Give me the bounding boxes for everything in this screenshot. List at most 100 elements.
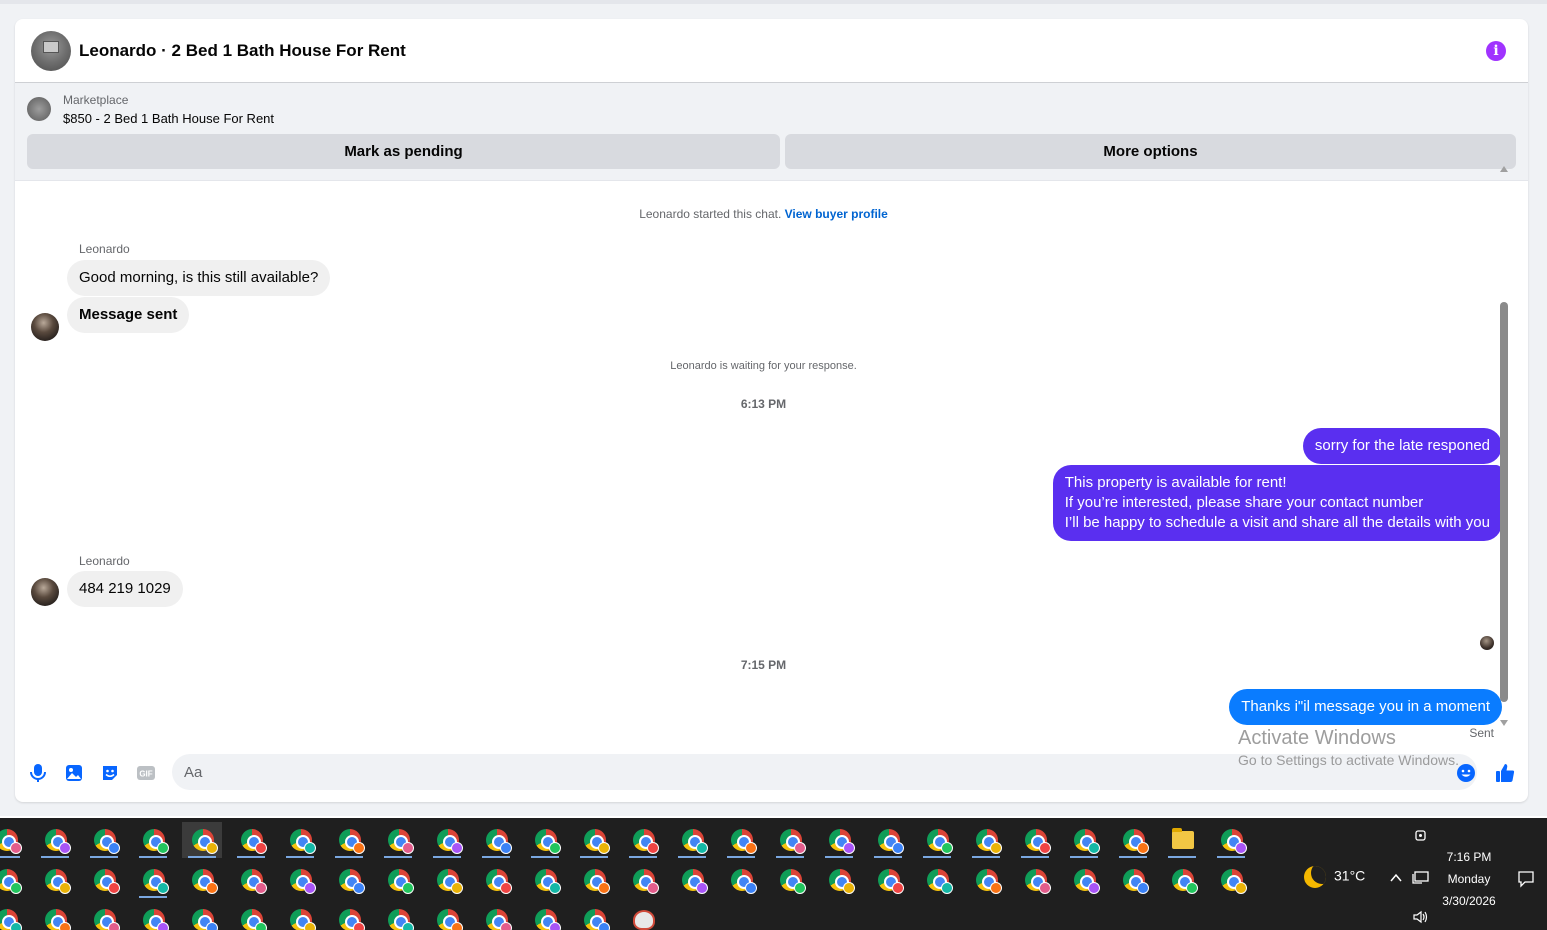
chrome-profile-icon[interactable]: [280, 822, 320, 858]
chat-title[interactable]: Leonardo · 2 Bed 1 Bath House For Rent: [79, 41, 406, 61]
chrome-profile-icon[interactable]: [476, 862, 516, 898]
chrome-profile-icon[interactable]: [35, 902, 75, 930]
chrome-profile-icon[interactable]: [917, 862, 957, 898]
chrome-profile-icon[interactable]: [1064, 862, 1104, 898]
chrome-profile-icon[interactable]: [427, 902, 467, 930]
scrollbar-thumb[interactable]: [1500, 302, 1508, 702]
paint-app-icon[interactable]: [623, 902, 663, 930]
chrome-profile-icon[interactable]: [476, 902, 516, 930]
chrome-profile-icon[interactable]: [966, 822, 1006, 858]
chrome-profile-icon[interactable]: [770, 822, 810, 858]
listing-price-title[interactable]: $850 - 2 Bed 1 Bath House For Rent: [63, 111, 274, 126]
chrome-profile-icon[interactable]: [1064, 822, 1104, 858]
chrome-profile-icon[interactable]: [84, 822, 124, 858]
chrome-profile-icon[interactable]: [1113, 822, 1153, 858]
message-list[interactable]: Leonardo started this chat. View buyer p…: [15, 182, 1528, 742]
network-icon[interactable]: [1412, 870, 1430, 889]
chrome-profile-icon[interactable]: [231, 822, 271, 858]
chrome-profile-icon[interactable]: [1211, 822, 1251, 858]
camera-tray-icon[interactable]: [1414, 828, 1428, 845]
volume-icon[interactable]: [1412, 910, 1430, 927]
chrome-profile-icon[interactable]: [0, 822, 26, 858]
chrome-profile-icon[interactable]: [378, 822, 418, 858]
chrome-profile-icon[interactable]: [231, 902, 271, 930]
chrome-profile-icon[interactable]: [84, 902, 124, 930]
sender-avatar[interactable]: [31, 578, 59, 606]
photo-icon[interactable]: [63, 762, 85, 784]
notification-icon[interactable]: [1517, 870, 1535, 891]
message-input[interactable]: [172, 754, 1477, 790]
chrome-profile-icon[interactable]: [133, 862, 173, 898]
incoming-message[interactable]: Good morning, is this still available?: [67, 260, 331, 296]
taskbar-clock[interactable]: 7:16 PM Monday 3/30/2026: [1430, 846, 1508, 912]
file-explorer-icon[interactable]: [1162, 822, 1202, 858]
sticker-icon[interactable]: [99, 762, 121, 784]
emoji-icon[interactable]: [1455, 762, 1477, 784]
chrome-profile-icon[interactable]: [378, 862, 418, 898]
chrome-profile-icon[interactable]: [721, 862, 761, 898]
chrome-profile-icon[interactable]: [819, 862, 859, 898]
chrome-profile-icon[interactable]: [280, 862, 320, 898]
chrome-profile-icon[interactable]: [819, 822, 859, 858]
chrome-profile-icon[interactable]: [133, 822, 173, 858]
scroll-down-arrow-icon[interactable]: [1500, 720, 1508, 726]
chrome-profile-icon[interactable]: [672, 822, 712, 858]
chrome-profile-icon[interactable]: [672, 862, 712, 898]
scroll-up-arrow-icon[interactable]: [1500, 166, 1508, 172]
chrome-profile-icon[interactable]: [35, 862, 75, 898]
chrome-profile-icon[interactable]: [1113, 862, 1153, 898]
chrome-profile-icon[interactable]: [623, 862, 663, 898]
chrome-profile-icon[interactable]: [427, 862, 467, 898]
message-scrollbar[interactable]: [1498, 166, 1510, 726]
chrome-profile-icon[interactable]: [182, 902, 222, 930]
chrome-profile-icon[interactable]: [0, 862, 26, 898]
more-options-button[interactable]: More options: [785, 134, 1516, 169]
chrome-profile-icon[interactable]: [427, 822, 467, 858]
chrome-profile-icon[interactable]: [329, 862, 369, 898]
chrome-profile-icon[interactable]: [917, 822, 957, 858]
chrome-profile-icon[interactable]: [525, 862, 565, 898]
chrome-profile-icon[interactable]: [1211, 862, 1251, 898]
chrome-profile-icon[interactable]: [525, 822, 565, 858]
chrome-profile-icon[interactable]: [280, 902, 320, 930]
chrome-profile-icon[interactable]: [868, 862, 908, 898]
incoming-message[interactable]: Message sent: [67, 297, 190, 333]
chrome-profile-icon[interactable]: [329, 902, 369, 930]
incoming-message[interactable]: 484 219 1029: [67, 571, 183, 607]
view-buyer-profile-link[interactable]: View buyer profile: [785, 207, 888, 221]
chrome-profile-icon[interactable]: [868, 822, 908, 858]
chrome-profile-icon[interactable]: [182, 822, 222, 858]
info-icon[interactable]: i: [1486, 41, 1506, 61]
sender-avatar[interactable]: [31, 313, 59, 341]
chrome-profile-icon[interactable]: [1015, 862, 1055, 898]
chrome-profile-icon[interactable]: [35, 822, 75, 858]
chrome-profile-icon[interactable]: [476, 822, 516, 858]
microphone-icon[interactable]: [27, 762, 49, 784]
outgoing-message[interactable]: This property is available for rent! If …: [1052, 465, 1502, 541]
chrome-profile-icon[interactable]: [329, 822, 369, 858]
chrome-profile-icon[interactable]: [231, 862, 271, 898]
chrome-profile-icon[interactable]: [1162, 862, 1202, 898]
chrome-profile-icon[interactable]: [574, 862, 614, 898]
chrome-profile-icon[interactable]: [378, 902, 418, 930]
thumbs-up-icon[interactable]: [1494, 762, 1516, 784]
chrome-profile-icon[interactable]: [84, 862, 124, 898]
chrome-profile-icon[interactable]: [721, 822, 761, 858]
chrome-profile-icon[interactable]: [525, 902, 565, 930]
chrome-profile-icon[interactable]: [623, 822, 663, 858]
outgoing-message[interactable]: sorry for the late responed: [1302, 428, 1502, 464]
chrome-profile-icon[interactable]: [182, 862, 222, 898]
chrome-profile-icon[interactable]: [966, 862, 1006, 898]
chrome-profile-icon[interactable]: [574, 902, 614, 930]
chrome-profile-icon[interactable]: [574, 822, 614, 858]
chrome-profile-icon[interactable]: [1015, 822, 1055, 858]
listing-thumbnail[interactable]: [27, 97, 51, 121]
chrome-profile-icon[interactable]: [0, 902, 26, 930]
mark-as-pending-button[interactable]: Mark as pending: [27, 134, 780, 169]
chrome-profile-icon[interactable]: [133, 902, 173, 930]
chrome-profile-icon[interactable]: [770, 862, 810, 898]
weather-widget[interactable]: 31°C: [1304, 866, 1365, 888]
chevron-up-icon[interactable]: [1389, 871, 1403, 888]
listing-avatar[interactable]: [31, 31, 71, 71]
gif-icon[interactable]: GIF: [135, 762, 157, 784]
